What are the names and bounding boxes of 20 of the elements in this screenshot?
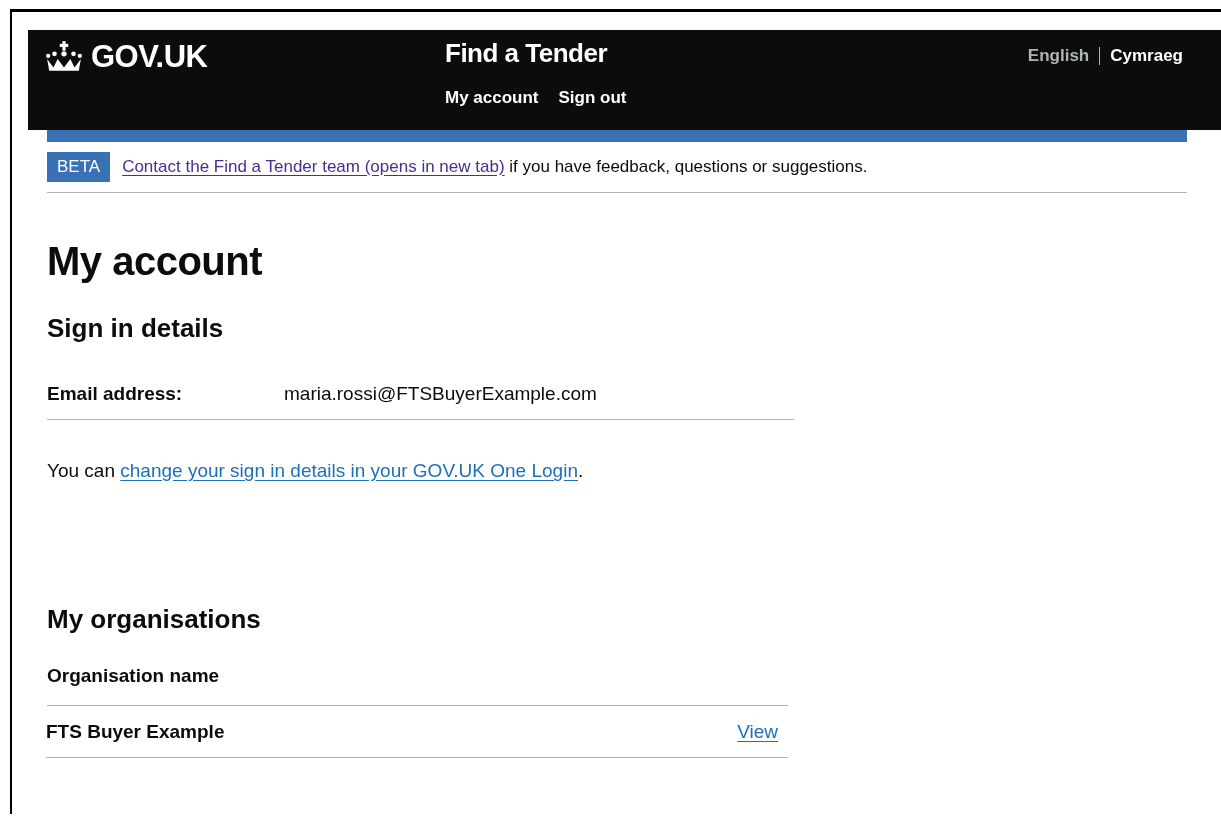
section-heading: Sign in details xyxy=(47,313,225,344)
summary-value: maria.rossi@FTSBuyerExample.com xyxy=(284,383,597,405)
crown-icon xyxy=(45,41,83,73)
govuk-logo-link[interactable]: GOV.UK xyxy=(45,33,445,81)
view-link[interactable]: View xyxy=(737,721,778,743)
language-link[interactable]: English xyxy=(1027,46,1090,66)
nav-link[interactable]: My account xyxy=(445,88,539,108)
change-details-text: You can change your sign in details in your GOV.UK One Login. xyxy=(47,460,585,482)
column-header: Organisation name xyxy=(47,665,220,686)
change-details-link[interactable]: change your sign in details in your GOV.UK One Login xyxy=(120,460,578,481)
beta-tag: BETA xyxy=(47,152,111,182)
feedback-text: Contact the Find a Tender team (opens in new tab) if you have feedback, questions or suggestions. xyxy=(122,157,868,177)
summary-key: Email address: xyxy=(47,383,284,405)
contact-link[interactable]: Contact the Find a Tender team (opens in new tab) xyxy=(122,157,505,176)
organisation-name: FTS Buyer Example xyxy=(46,721,225,743)
nav-link[interactable]: Sign out xyxy=(558,88,627,108)
service-name-link[interactable]: Find a Tender xyxy=(445,38,627,69)
page-heading: My account xyxy=(47,239,264,284)
section-heading: My organisations xyxy=(47,604,262,635)
language-link[interactable]: Cymraeg xyxy=(1110,46,1183,66)
